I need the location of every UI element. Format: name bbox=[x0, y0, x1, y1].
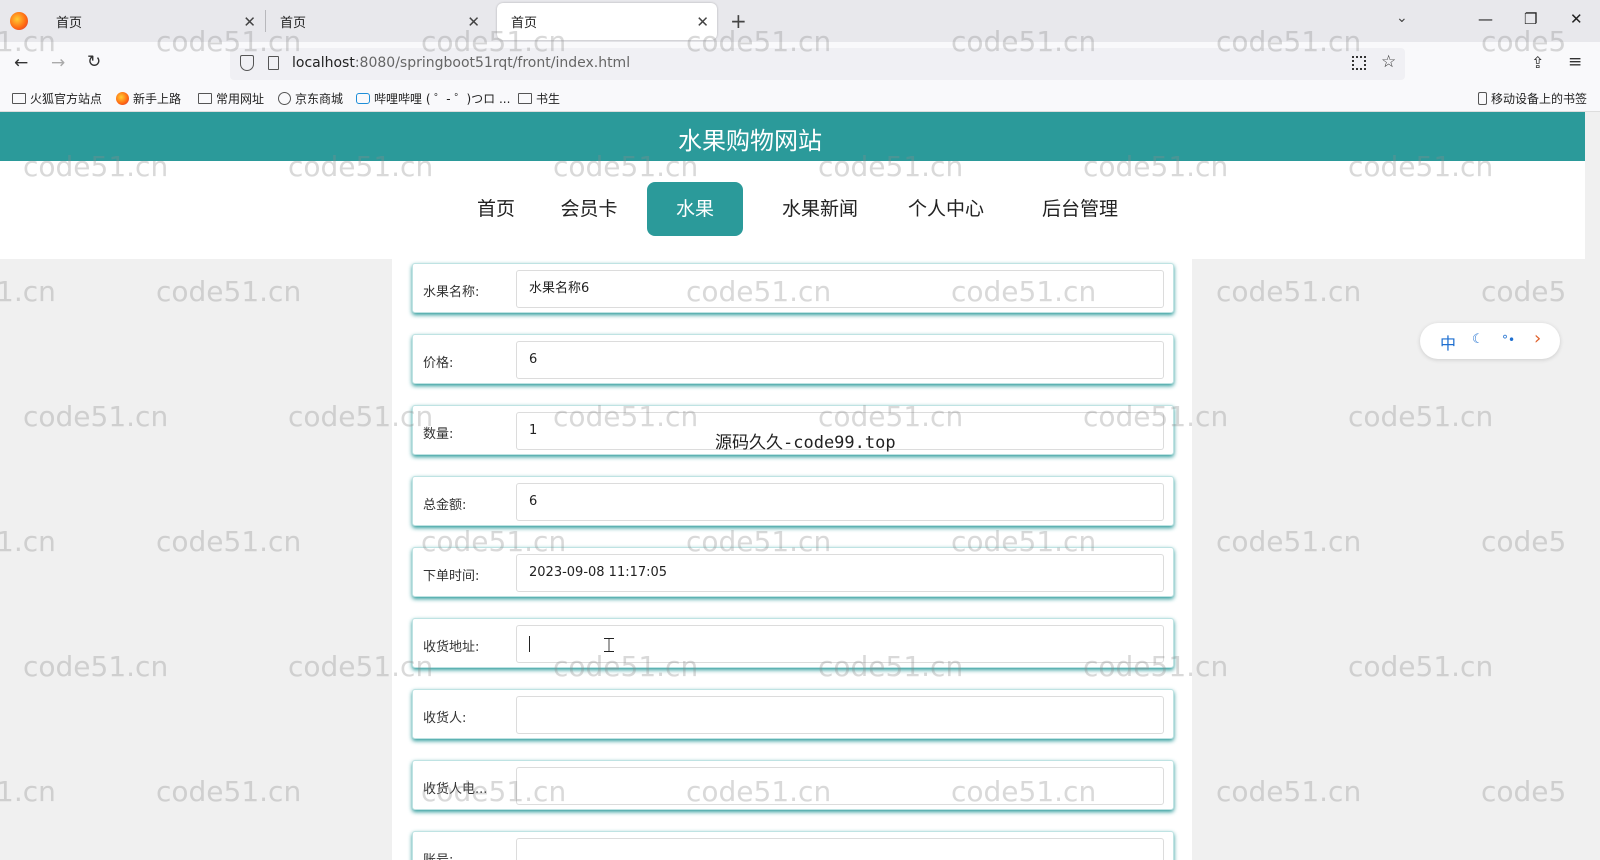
firefox-icon bbox=[10, 12, 28, 30]
chevron-down-icon[interactable]: ⌄ bbox=[1396, 10, 1408, 26]
menu-item-home[interactable]: 首页 bbox=[456, 182, 536, 236]
bookmark-label: 京东商城 bbox=[295, 92, 344, 106]
tab-2[interactable]: 首页 ✕ bbox=[266, 3, 488, 40]
restore-icon[interactable]: ❐ bbox=[1524, 10, 1537, 28]
minimize-icon[interactable]: — bbox=[1478, 10, 1493, 28]
url-path: :8080/springboot51rqt/front/index.html bbox=[354, 55, 631, 71]
bookmark-label: 新手上路 bbox=[133, 92, 182, 106]
menu-item-admin[interactable]: 后台管理 bbox=[1028, 182, 1132, 236]
url-text[interactable]: localhost:8080/springboot51rqt/front/ind… bbox=[292, 55, 630, 71]
bookmark-item[interactable]: 常用网址 bbox=[198, 90, 264, 107]
text-cursor-icon: ⌶ bbox=[603, 633, 615, 657]
field-label: 下单时间: bbox=[423, 569, 480, 584]
globe-icon bbox=[278, 92, 291, 105]
forward-arrow-icon[interactable]: → bbox=[51, 53, 65, 73]
site-header: 水果购物网站 bbox=[0, 112, 1585, 161]
bookmark-label: 火狐官方站点 bbox=[30, 92, 103, 106]
center-watermark-text: 源码久久-code99.top bbox=[715, 433, 896, 453]
lang-label[interactable]: 中 bbox=[1440, 330, 1456, 354]
menu-item-fruit-news[interactable]: 水果新闻 bbox=[765, 182, 875, 236]
bookmark-star-icon[interactable]: ☆ bbox=[1381, 52, 1396, 72]
field-label: 收货人电... bbox=[423, 782, 488, 797]
field-label: 账号: bbox=[423, 849, 453, 860]
language-widget[interactable]: 中 ☾ °• › bbox=[1420, 323, 1560, 359]
order-form: 水果名称: 水果名称6 价格: 6 数量: 1 总金额: 6 下单时间: 202… bbox=[392, 259, 1192, 860]
extensions-icon[interactable]: ⇪ bbox=[1531, 53, 1544, 72]
quote-icon[interactable]: °• bbox=[1502, 333, 1515, 347]
folder-icon bbox=[198, 93, 212, 104]
folder-icon bbox=[12, 93, 26, 104]
phone-icon bbox=[1478, 92, 1487, 105]
site-title: 水果购物网站 bbox=[678, 127, 822, 155]
total-amount-field[interactable]: 6 bbox=[516, 483, 1164, 521]
field-label: 价格: bbox=[423, 356, 454, 371]
form-row-address: 收货地址: bbox=[412, 618, 1174, 668]
field-label: 总金额: bbox=[423, 498, 467, 513]
order-time-field[interactable]: 2023-09-08 11:17:05 bbox=[516, 554, 1164, 592]
url-host: localhost bbox=[292, 55, 355, 71]
field-label: 收货人: bbox=[423, 711, 467, 726]
reload-icon[interactable]: ↻ bbox=[87, 52, 101, 72]
text-caret bbox=[529, 635, 530, 652]
recipient-phone-input[interactable] bbox=[516, 767, 1164, 805]
main-menu: 首页 会员卡 水果 水果新闻 个人中心 后台管理 bbox=[0, 161, 1585, 259]
bilibili-icon bbox=[356, 93, 370, 104]
bookmark-item[interactable]: 书生 bbox=[518, 90, 560, 107]
tab-bar: 首页 ✕ 首页 ✕ 首页 ✕ + ⌄ — ❐ ✕ bbox=[0, 0, 1600, 42]
hamburger-menu-icon[interactable]: ≡ bbox=[1568, 52, 1582, 72]
qr-code-icon[interactable] bbox=[1352, 56, 1366, 70]
bookmark-label: 常用网址 bbox=[216, 92, 265, 106]
close-icon[interactable]: ✕ bbox=[696, 13, 709, 31]
bookmark-label: 哔哩哔哩 ( ゜- ゜)つロ ... bbox=[374, 92, 511, 106]
form-row-recipient: 收货人: bbox=[412, 689, 1174, 739]
form-row-order-time: 下单时间: 2023-09-08 11:17:05 bbox=[412, 547, 1174, 597]
tab-3-active[interactable]: 首页 ✕ bbox=[497, 3, 717, 40]
price-field[interactable]: 6 bbox=[516, 341, 1164, 379]
tab-3-label: 首页 bbox=[511, 16, 538, 31]
folder-icon bbox=[518, 93, 532, 104]
bookmark-item[interactable]: 新手上路 bbox=[116, 90, 181, 107]
moon-icon[interactable]: ☾ bbox=[1472, 332, 1484, 347]
menu-item-fruit[interactable]: 水果 bbox=[647, 182, 743, 236]
back-arrow-icon[interactable]: ← bbox=[14, 53, 28, 73]
field-label: 数量: bbox=[423, 427, 454, 442]
form-row-recipient-phone: 收货人电... bbox=[412, 760, 1174, 810]
field-label: 水果名称: bbox=[423, 285, 480, 300]
page-info-icon[interactable] bbox=[268, 56, 279, 70]
close-icon[interactable]: ✕ bbox=[243, 13, 256, 31]
account-input[interactable] bbox=[516, 838, 1164, 860]
menu-item-membership-card[interactable]: 会员卡 bbox=[549, 182, 629, 236]
menu-item-personal-center[interactable]: 个人中心 bbox=[896, 182, 996, 236]
bookmark-item[interactable]: 火狐官方站点 bbox=[12, 90, 102, 107]
bookmark-label: 移动设备上的书签 bbox=[1491, 92, 1588, 106]
field-label: 收货地址: bbox=[423, 640, 480, 655]
close-icon[interactable]: ✕ bbox=[467, 13, 480, 31]
form-row-account: 账号: bbox=[412, 831, 1174, 860]
mobile-bookmarks[interactable]: 移动设备上的书签 bbox=[1478, 90, 1587, 107]
window-close-icon[interactable]: ✕ bbox=[1570, 10, 1583, 28]
form-row-total: 总金额: 6 bbox=[412, 476, 1174, 526]
tab-2-label: 首页 bbox=[280, 16, 307, 31]
recipient-input[interactable] bbox=[516, 696, 1164, 734]
tab-1[interactable]: 首页 ✕ bbox=[42, 3, 264, 40]
bookmark-item[interactable]: 京东商城 bbox=[278, 90, 343, 107]
chevron-right-icon[interactable]: › bbox=[1534, 328, 1541, 349]
firefox-icon bbox=[116, 92, 129, 105]
new-tab-icon[interactable]: + bbox=[730, 9, 747, 33]
form-row-fruit-name: 水果名称: 水果名称6 bbox=[412, 263, 1174, 313]
form-row-price: 价格: 6 bbox=[412, 334, 1174, 384]
bookmark-item[interactable]: 哔哩哔哩 ( ゜- ゜)つロ ... bbox=[356, 90, 510, 107]
fruit-name-field[interactable]: 水果名称6 bbox=[516, 270, 1164, 308]
bookmark-label: 书生 bbox=[536, 92, 561, 106]
shield-icon[interactable] bbox=[240, 55, 254, 71]
page-viewport: 水果购物网站 首页 会员卡 水果 水果新闻 个人中心 后台管理 水果名称: 水果… bbox=[0, 112, 1585, 860]
tab-1-label: 首页 bbox=[56, 16, 83, 31]
